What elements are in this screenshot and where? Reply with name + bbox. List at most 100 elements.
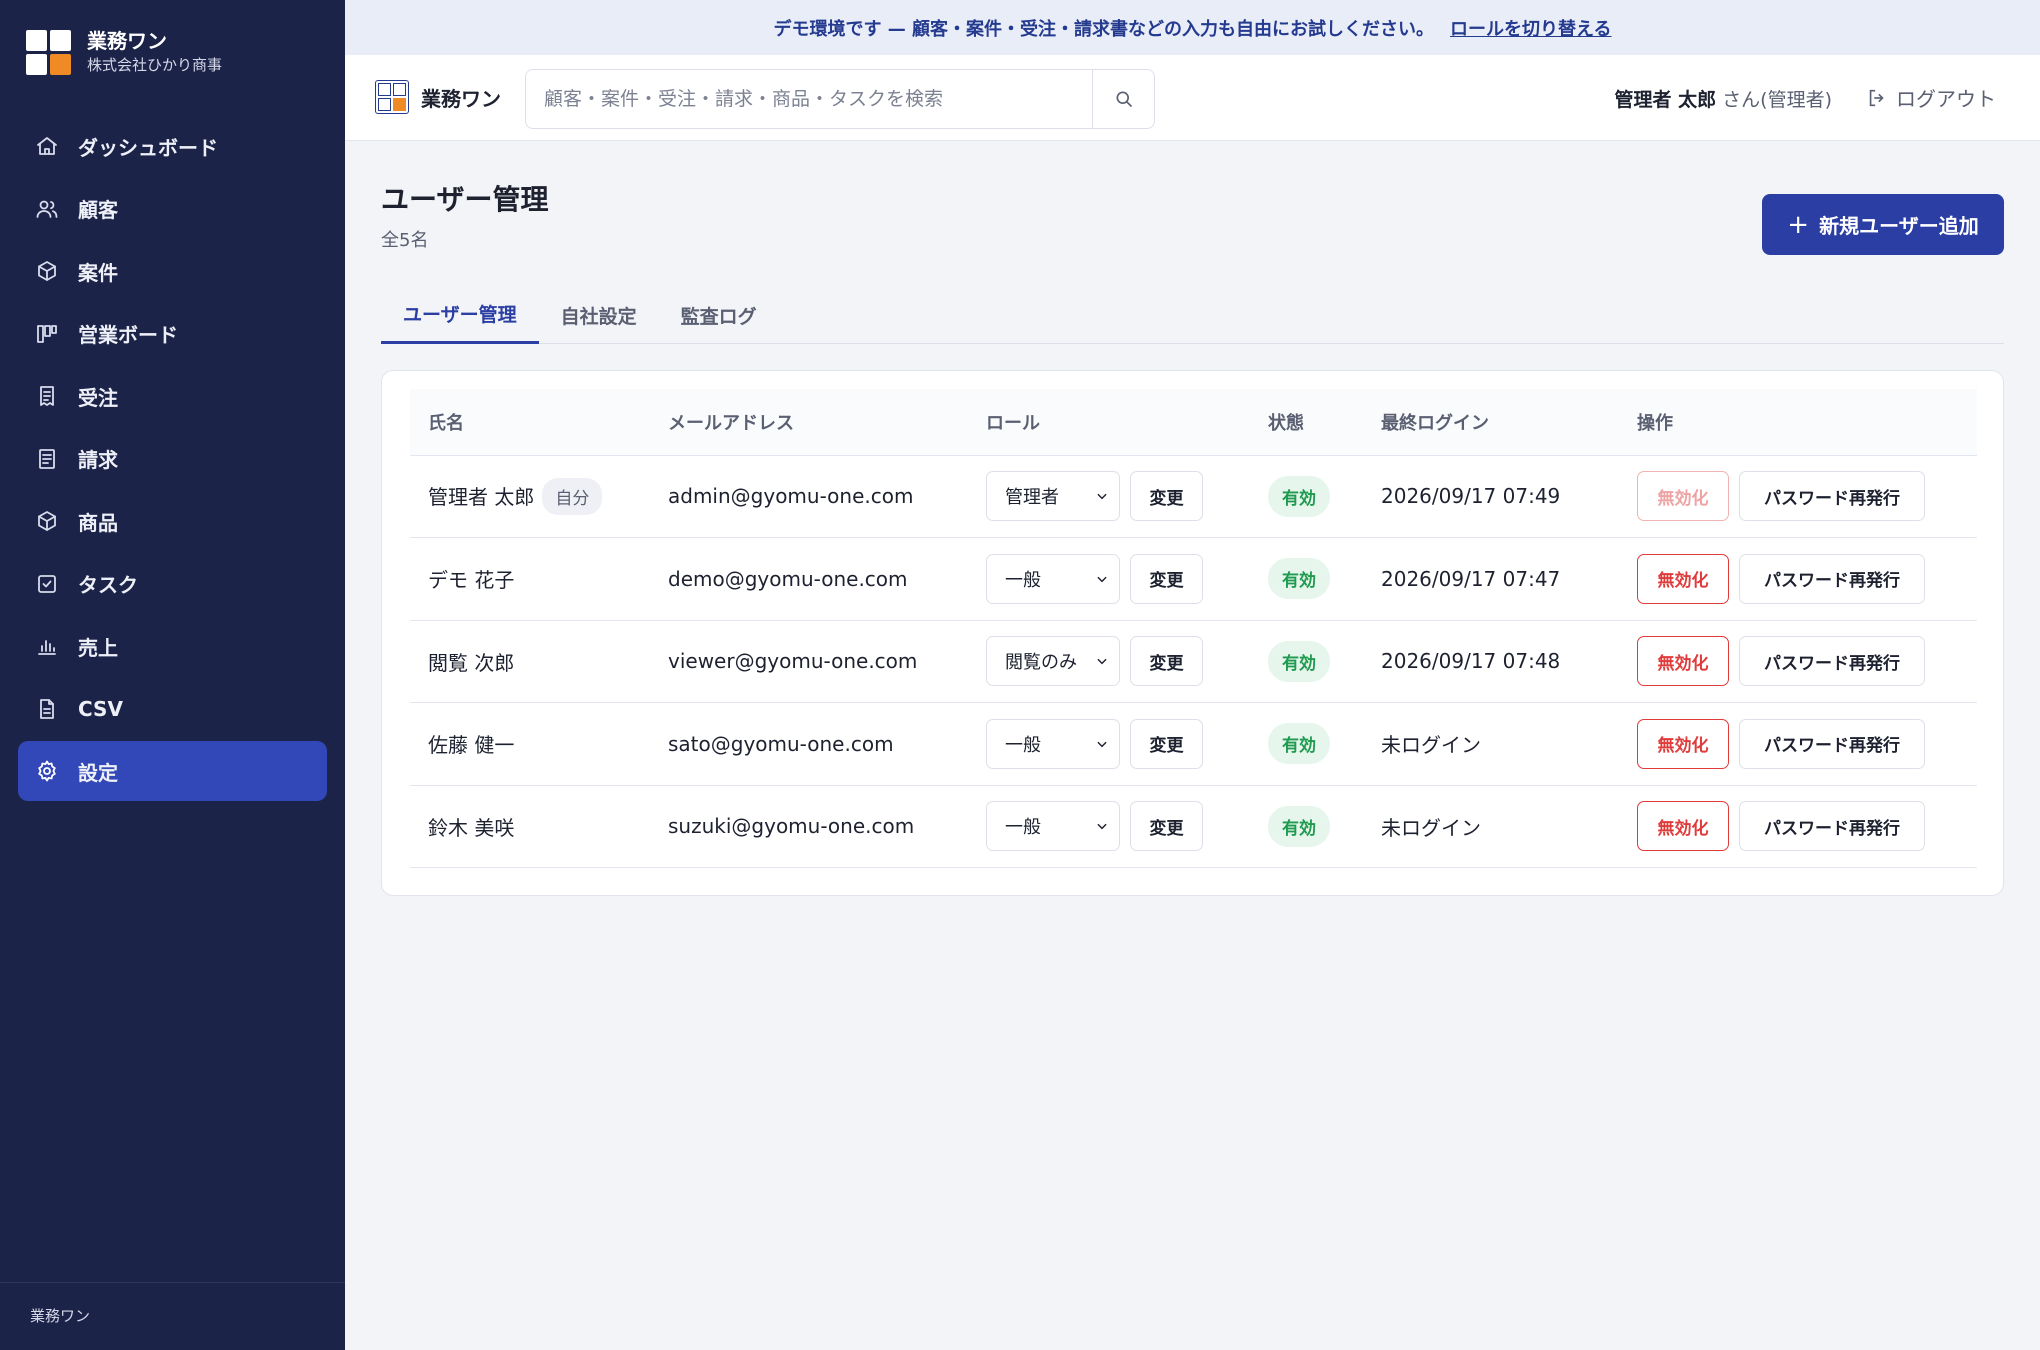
role-select-value: 一般 xyxy=(1005,734,1041,756)
change-role-button[interactable]: 変更 xyxy=(1130,553,1203,604)
sidebar-item-deals[interactable]: 案件 xyxy=(18,241,327,301)
gear-icon xyxy=(34,758,60,784)
role-select[interactable]: 一般 xyxy=(986,801,1120,852)
receipt-icon xyxy=(34,383,60,409)
demo-banner-text: デモ環境です — 顧客・案件・受注・請求書などの入力も自由にお試しください。 xyxy=(773,18,1435,40)
status-cell: 有効 xyxy=(1250,702,1363,786)
user-email: demo@gyomu-one.com xyxy=(650,537,968,621)
user-name: デモ 花子 xyxy=(410,537,650,621)
sidebar-app-name: 業務ワン xyxy=(87,29,167,53)
role-select-value: 一般 xyxy=(1005,817,1041,839)
status-cell: 有効 xyxy=(1250,785,1363,868)
current-user: 管理者 太郎 さん(管理者) xyxy=(1615,85,1833,112)
search-input[interactable] xyxy=(526,70,1092,128)
change-role-button[interactable]: 変更 xyxy=(1130,718,1203,769)
table-header-row: 氏名 メールアドレス ロール 状態 最終ログイン 操作 xyxy=(410,389,1977,456)
sidebar-brand[interactable]: 業務ワン 株式会社ひかり商事 xyxy=(26,28,222,76)
column-header-status: 状態 xyxy=(1250,389,1363,456)
users-card: 氏名 メールアドレス ロール 状態 最終ログイン 操作 管理者 太郎 自分 adm… xyxy=(381,370,2004,896)
table-row: 閲覧 次郎 viewer@gyomu-one.com 閲覧のみ 変更 有効 20… xyxy=(410,620,1977,703)
sidebar-item-label: 請求 xyxy=(78,448,118,472)
sidebar-item-label: 案件 xyxy=(78,260,118,285)
plus-icon: + xyxy=(1787,209,1810,240)
user-name: 鈴木 美咲 xyxy=(410,785,650,868)
sidebar-company-name: 株式会社ひかり商事 xyxy=(87,56,223,74)
status-cell: 有効 xyxy=(1250,455,1363,538)
reset-password-button[interactable]: パスワード再発行 xyxy=(1739,553,1925,604)
role-cell: 一般 変更 xyxy=(968,702,1250,786)
header-brand[interactable]: 業務ワン xyxy=(375,80,501,114)
role-select[interactable]: 閲覧のみ xyxy=(986,636,1120,687)
self-badge: 自分 xyxy=(542,477,603,515)
table-row: デモ 花子 demo@gyomu-one.com 一般 変更 有効 2026/0… xyxy=(410,537,1977,621)
role-cell: 閲覧のみ 変更 xyxy=(968,620,1250,703)
role-select-value: 管理者 xyxy=(1005,487,1059,509)
logout-button[interactable]: ログアウト xyxy=(1866,83,1996,112)
sidebar-item-sales-board[interactable]: 営業ボード xyxy=(18,304,327,364)
user-name-cell: 管理者 太郎 自分 xyxy=(410,455,650,538)
last-login: 未ログイン xyxy=(1363,785,1619,868)
status-badge: 有効 xyxy=(1268,558,1330,600)
home-icon xyxy=(34,133,60,159)
last-login: 2026/09/17 07:47 xyxy=(1363,537,1619,621)
current-user-name: 管理者 太郎 xyxy=(1614,89,1717,111)
reset-password-button[interactable]: パスワード再発行 xyxy=(1739,471,1925,522)
header-app-name: 業務ワン xyxy=(421,86,501,111)
role-select[interactable]: 一般 xyxy=(986,718,1120,769)
reset-password-button[interactable]: パスワード再発行 xyxy=(1739,636,1925,687)
disable-user-button[interactable]: 無効化 xyxy=(1637,553,1729,604)
users-icon xyxy=(34,196,60,222)
switch-role-link[interactable]: ロールを切り替える xyxy=(1450,15,1611,41)
tab-company-settings[interactable]: 自社設定 xyxy=(539,286,659,344)
role-select[interactable]: 一般 xyxy=(986,553,1120,604)
change-role-button[interactable]: 変更 xyxy=(1130,801,1203,852)
disable-user-button[interactable]: 無効化 xyxy=(1637,636,1729,687)
package-icon xyxy=(34,508,60,534)
disable-user-button[interactable]: 無効化 xyxy=(1637,801,1729,852)
sidebar-item-orders[interactable]: 受注 xyxy=(18,366,327,426)
sidebar: 業務ワン 株式会社ひかり商事 ダッシュボード 顧客 案件 営業ボード 受注 請求 xyxy=(0,0,345,1350)
last-login: 2026/09/17 07:48 xyxy=(1363,620,1619,703)
chevron-down-icon xyxy=(1097,493,1107,500)
tab-user-management[interactable]: ユーザー管理 xyxy=(381,286,539,344)
global-search xyxy=(525,69,1155,129)
actions-cell: 無効化 パスワード再発行 xyxy=(1619,620,1977,703)
reset-password-button[interactable]: パスワード再発行 xyxy=(1739,801,1925,852)
add-user-button[interactable]: + 新規ユーザー追加 xyxy=(1762,194,2004,255)
actions-cell: 無効化 パスワード再発行 xyxy=(1619,702,1977,786)
sidebar-item-label: タスク xyxy=(78,573,138,597)
sidebar-item-settings[interactable]: 設定 xyxy=(18,741,327,801)
sidebar-item-sales[interactable]: 売上 xyxy=(18,616,327,676)
users-table: 氏名 メールアドレス ロール 状態 最終ログイン 操作 管理者 太郎 自分 adm… xyxy=(410,389,1977,868)
change-role-button[interactable]: 変更 xyxy=(1130,471,1203,522)
search-icon xyxy=(1116,91,1132,108)
change-role-button[interactable]: 変更 xyxy=(1130,636,1203,687)
reset-password-button[interactable]: パスワード再発行 xyxy=(1739,718,1925,769)
user-name: 管理者 太郎 xyxy=(428,484,535,509)
sidebar-item-label: 設定 xyxy=(78,760,118,785)
user-name: 佐藤 健一 xyxy=(410,702,650,786)
sidebar-item-products[interactable]: 商品 xyxy=(18,491,327,551)
file-icon xyxy=(34,696,60,722)
logout-label: ログアウト xyxy=(1896,87,1996,111)
sidebar-nav: ダッシュボード 顧客 案件 営業ボード 受注 請求 商品 タスク 売上 CSV … xyxy=(18,116,327,804)
table-row: 鈴木 美咲 suzuki@gyomu-one.com 一般 変更 有効 未ログイ… xyxy=(410,785,1977,868)
sidebar-item-dashboard[interactable]: ダッシュボード xyxy=(18,116,327,176)
app-logo-icon xyxy=(26,29,71,75)
sidebar-item-invoices[interactable]: 請求 xyxy=(18,429,327,489)
sidebar-item-csv[interactable]: CSV xyxy=(18,679,327,739)
role-cell: 管理者 変更 xyxy=(968,455,1250,538)
sidebar-item-customers[interactable]: 顧客 xyxy=(18,179,327,239)
search-button[interactable] xyxy=(1092,70,1154,128)
tab-audit-log[interactable]: 監査ログ xyxy=(659,286,779,344)
last-login: 未ログイン xyxy=(1363,702,1619,786)
actions-cell: 無効化 パスワード再発行 xyxy=(1619,785,1977,868)
role-select[interactable]: 管理者 xyxy=(986,471,1120,522)
disable-user-button[interactable]: 無効化 xyxy=(1637,718,1729,769)
status-cell: 有効 xyxy=(1250,537,1363,621)
sidebar-item-tasks[interactable]: タスク xyxy=(18,554,327,614)
sidebar-item-label: 商品 xyxy=(78,510,118,535)
sidebar-item-label: CSV xyxy=(78,696,123,721)
actions-cell: 無効化 パスワード再発行 xyxy=(1619,455,1977,538)
column-header-last-login: 最終ログイン xyxy=(1363,389,1619,456)
